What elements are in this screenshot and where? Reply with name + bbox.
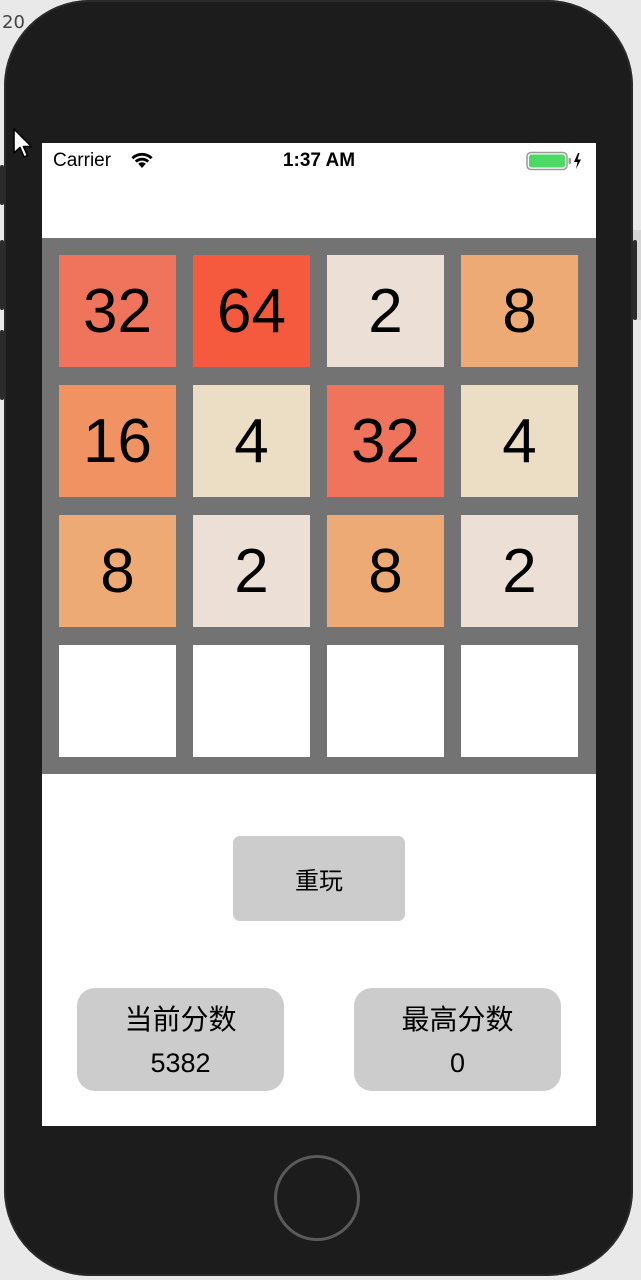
home-button[interactable] [274,1155,360,1241]
number-tile: 8 [461,255,578,367]
app-screen: Carrier 1:37 AM 32 64 2 8 16 4 32 4 8 2 8 2 重玩 当前分数… [42,143,596,1126]
number-tile: 8 [327,515,444,627]
device-power-button [633,240,637,320]
empty-tile [461,645,578,757]
number-tile: 4 [461,385,578,497]
empty-tile [327,645,444,757]
empty-tile [193,645,310,757]
background-text: 20 [2,12,25,33]
number-tile: 64 [193,255,310,367]
number-tile: 2 [327,255,444,367]
current-score-label: 当前分数 [124,1003,237,1036]
best-score-label: 最高分数 [401,1003,514,1036]
number-tile: 32 [327,385,444,497]
current-score-value: 5382 [150,1048,211,1078]
device-side-button [0,330,4,400]
current-score-box: 当前分数 5382 [77,988,284,1091]
battery-icon [526,151,584,177]
number-tile: 4 [193,385,310,497]
game-board[interactable]: 32 64 2 8 16 4 32 4 8 2 8 2 [42,238,596,774]
device-side-button [0,240,4,310]
number-tile: 32 [59,255,176,367]
empty-tile [59,645,176,757]
status-time: 1:37 AM [282,150,356,171]
mouse-pointer-icon [12,128,34,164]
number-tile: 2 [461,515,578,627]
number-tile: 16 [59,385,176,497]
best-score-value: 0 [449,1048,466,1078]
number-tile: 2 [193,515,310,627]
status-bar: Carrier 1:37 AM [42,143,596,179]
device-side-button [0,165,4,205]
number-tile: 8 [59,515,176,627]
best-score-box: 最高分数 0 [354,988,561,1091]
replay-button[interactable]: 重玩 [233,836,405,921]
